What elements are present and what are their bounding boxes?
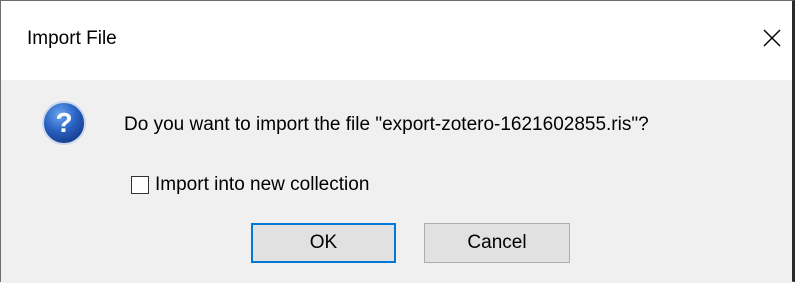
- dialog-title: Import File: [27, 28, 117, 49]
- question-icon: ?: [42, 101, 86, 145]
- close-button[interactable]: [752, 18, 792, 58]
- svg-text:?: ?: [55, 107, 72, 138]
- cancel-button[interactable]: Cancel: [424, 223, 570, 263]
- dialog-message: Do you want to import the file "export-z…: [124, 114, 649, 135]
- close-icon: [763, 29, 781, 47]
- import-new-collection-checkbox[interactable]: [131, 176, 149, 194]
- import-new-collection-option[interactable]: Import into new collection: [131, 174, 369, 196]
- ok-button[interactable]: OK: [251, 223, 396, 263]
- title-bar: Import File: [1, 1, 792, 80]
- dialog-body: ? Do you want to import the file "export…: [1, 80, 792, 283]
- import-file-dialog: Import File ? Do you want to import the …: [0, 0, 795, 283]
- import-new-collection-label[interactable]: Import into new collection: [155, 174, 369, 196]
